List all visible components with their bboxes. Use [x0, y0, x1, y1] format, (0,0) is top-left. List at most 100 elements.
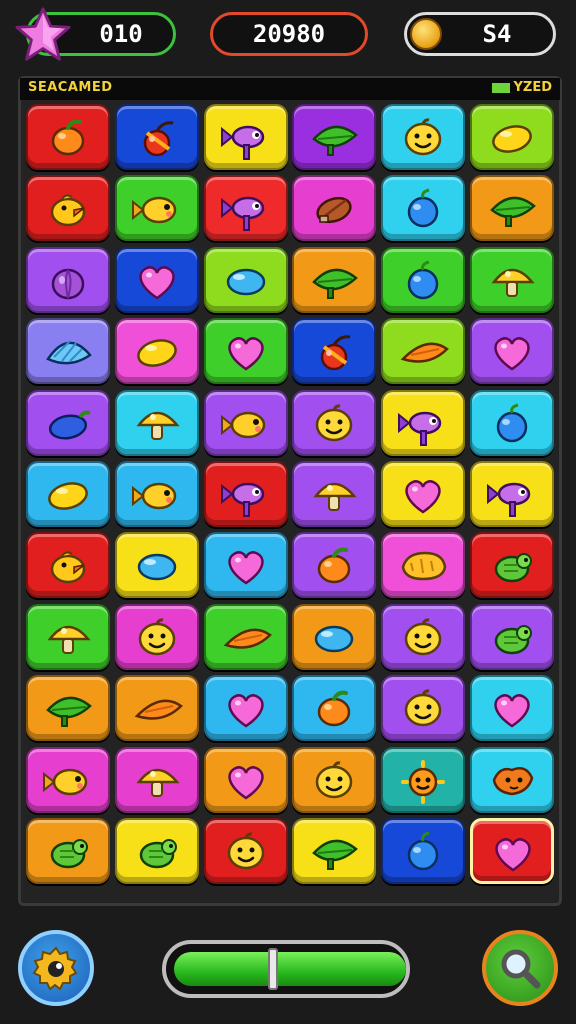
board-tile[interactable] — [203, 104, 288, 170]
board-tile[interactable] — [381, 532, 466, 599]
score-counter: 20980 — [210, 12, 368, 56]
carrot-icon — [400, 342, 450, 363]
board-tile[interactable] — [203, 675, 288, 742]
board-tile[interactable] — [26, 389, 110, 456]
heart-icon — [405, 480, 441, 514]
leaf-icon — [312, 839, 359, 870]
board-tile[interactable] — [203, 603, 288, 670]
candy-fish-icon — [220, 482, 264, 517]
board-tile[interactable] — [381, 104, 466, 170]
board-tile[interactable] — [469, 460, 554, 527]
search-button[interactable] — [482, 930, 558, 1006]
board-tile[interactable] — [203, 817, 288, 884]
board-tile[interactable] — [292, 817, 377, 884]
board-tile[interactable] — [381, 817, 466, 884]
board-tile[interactable] — [203, 175, 288, 242]
board-tile[interactable] — [26, 246, 110, 313]
board-tile[interactable] — [469, 175, 554, 242]
board-tile[interactable] — [292, 603, 377, 670]
board-tile[interactable] — [292, 532, 377, 599]
smiley-icon — [138, 618, 176, 655]
board-tile[interactable] — [469, 318, 554, 385]
board-tile[interactable] — [26, 532, 110, 599]
board-tile[interactable] — [292, 460, 377, 527]
bean-icon — [315, 625, 354, 652]
board-tile[interactable] — [203, 532, 288, 599]
board-status: YZED — [492, 80, 552, 95]
board-tile[interactable] — [292, 746, 377, 813]
bean-icon — [226, 268, 265, 296]
board-tile[interactable] — [203, 246, 288, 313]
board-tile[interactable] — [381, 675, 466, 742]
progress-handle[interactable] — [268, 948, 278, 990]
board-tile[interactable] — [26, 746, 110, 813]
board-tile[interactable] — [203, 318, 288, 385]
board-tile[interactable] — [381, 746, 466, 813]
plum-icon — [407, 831, 439, 871]
board-tile[interactable] — [114, 389, 199, 456]
board-tile[interactable] — [26, 603, 110, 670]
board-tile[interactable] — [203, 389, 288, 456]
board-tile[interactable] — [381, 603, 466, 670]
board-tile[interactable] — [114, 532, 199, 599]
leaf-icon — [312, 125, 359, 156]
heart-icon — [495, 838, 531, 872]
smiley-icon — [404, 689, 442, 727]
board-tile[interactable] — [26, 675, 110, 742]
turtle-icon — [494, 553, 532, 583]
board-tile[interactable] — [114, 603, 199, 670]
board-tile[interactable] — [26, 318, 110, 385]
board-tile[interactable] — [381, 318, 466, 385]
cherry-icon — [321, 335, 351, 371]
board-tile[interactable] — [26, 104, 110, 170]
board-tile[interactable] — [26, 460, 110, 527]
board-tile[interactable] — [114, 675, 199, 742]
leaf-icon — [46, 696, 92, 728]
magnifier-icon — [501, 949, 541, 989]
board-tile[interactable] — [469, 603, 554, 670]
score-value: 20980 — [252, 20, 326, 48]
board-tile[interactable] — [114, 246, 199, 313]
board-tile[interactable] — [114, 104, 199, 170]
candy-fish-icon — [398, 411, 442, 446]
board-tile[interactable] — [26, 175, 110, 242]
board-tile[interactable] — [381, 389, 466, 456]
board-tile[interactable] — [114, 175, 199, 242]
board-tile[interactable] — [469, 246, 554, 313]
board-tile[interactable] — [292, 389, 377, 456]
board-tile[interactable] — [469, 675, 554, 742]
board-tile[interactable] — [114, 460, 199, 527]
board-tile[interactable] — [203, 460, 288, 527]
settings-button[interactable] — [18, 930, 94, 1006]
board-tile[interactable] — [292, 175, 377, 242]
board-tile[interactable] — [469, 746, 554, 813]
board-tile[interactable] — [469, 389, 554, 456]
gear-icon — [32, 946, 78, 991]
fish-icon — [131, 197, 177, 224]
board-tile[interactable] — [114, 318, 199, 385]
fish-icon — [43, 768, 88, 795]
board-tile[interactable] — [292, 104, 377, 170]
turtle-icon — [50, 838, 88, 869]
mushroom-icon — [491, 268, 535, 297]
board-tile[interactable] — [381, 175, 466, 242]
board-tile[interactable] — [381, 246, 466, 313]
mushroom-icon — [136, 411, 180, 440]
board-tile[interactable] — [203, 746, 288, 813]
board-tile[interactable] — [26, 817, 110, 884]
plum-icon — [407, 260, 439, 300]
board-tile[interactable] — [292, 246, 377, 313]
lemon-icon — [492, 125, 532, 153]
board-tile[interactable] — [292, 675, 377, 742]
board-tile[interactable] — [469, 817, 554, 884]
fish-icon — [131, 482, 177, 510]
board-tile[interactable] — [469, 104, 554, 170]
board-tile[interactable] — [114, 746, 199, 813]
board-tile[interactable] — [469, 532, 554, 599]
board-tile[interactable] — [292, 318, 377, 385]
board-tile[interactable] — [381, 460, 466, 527]
shell-icon — [46, 340, 92, 365]
nut-icon — [316, 197, 353, 224]
board-tile[interactable] — [114, 817, 199, 884]
orange-icon — [51, 119, 85, 156]
